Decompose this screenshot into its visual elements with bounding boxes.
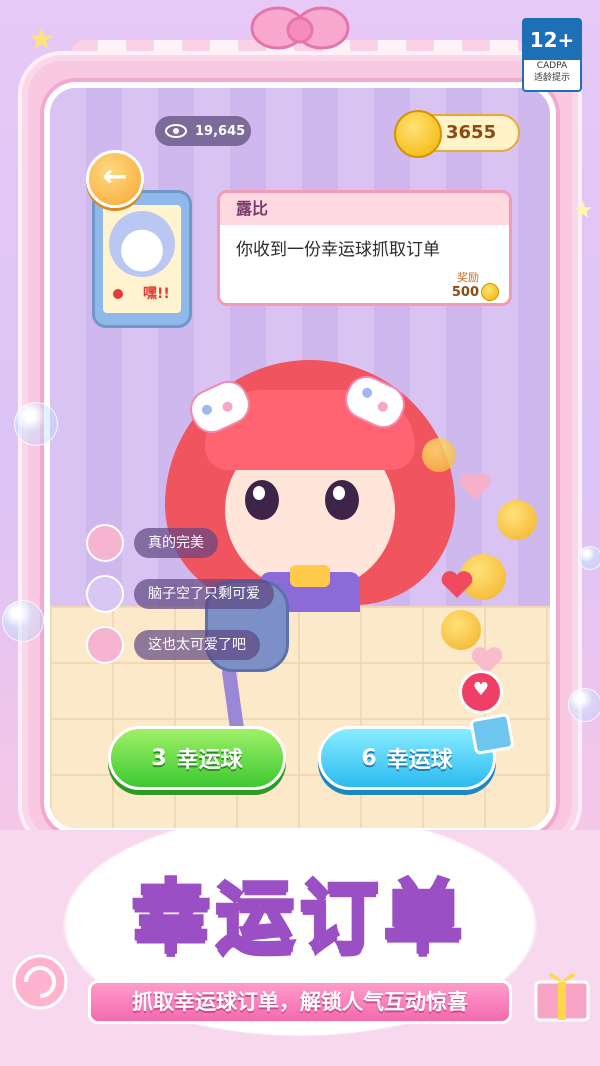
star-icon: ★ [572, 196, 594, 224]
character-ruby [165, 360, 455, 612]
heart-icon [441, 571, 473, 598]
comment-item: 这也太可爱了吧 [86, 626, 260, 664]
comment-text: 这也太可爱了吧 [134, 630, 260, 660]
age-rating-label: 适龄提示 [533, 73, 570, 83]
six-lucky-balls-button[interactable]: 6 幸运球 [318, 726, 496, 790]
coin-icon [481, 283, 499, 301]
heart-icon [459, 473, 491, 500]
views-counter: 19,645 [155, 116, 251, 146]
bubble-decoration [568, 688, 600, 722]
gift-box-icon [534, 973, 590, 1022]
reward-value: 500 [451, 284, 479, 300]
character-eye-right [325, 480, 359, 520]
age-rating-org: CADPA [536, 61, 568, 71]
caller-avatar [109, 211, 175, 277]
commenter-avatar [86, 524, 124, 562]
coin-count: 3655 [446, 122, 497, 143]
video-ad-icon [469, 712, 515, 756]
heart-icon: ♥ [472, 679, 490, 700]
comment-text: 脑子空了只剩可爱 [134, 579, 274, 609]
tongue-emoji-icon [441, 610, 481, 650]
reward-amount: 500 [452, 283, 499, 301]
button-count: 6 [361, 745, 377, 771]
commenter-avatar [86, 575, 124, 613]
phone-screen: 嘿!! [103, 205, 181, 313]
button-count: 3 [151, 745, 167, 771]
grin-emoji-icon [497, 500, 537, 540]
bow-icon [250, 6, 350, 50]
commenter-avatar [86, 626, 124, 664]
like-button[interactable]: ♥ [459, 670, 503, 714]
age-rating-badge: 12+ CADPA 适龄提示 [522, 18, 582, 92]
record-dot-icon [113, 289, 123, 299]
bubble-decoration [2, 600, 44, 642]
emoji-icon [422, 438, 456, 472]
comment-item: 脑子空了只剩可爱 [86, 575, 274, 613]
age-rating-number: 12+ [524, 20, 580, 60]
coin-balance[interactable]: 3655 [394, 110, 520, 158]
banner-title: 幸运订单 [130, 871, 468, 965]
caller-text: 嘿!! [143, 286, 170, 302]
banner-subtitle: 抓取幸运球订单，解锁人气互动惊喜 [88, 980, 512, 1024]
three-lucky-balls-button[interactable]: 3 幸运球 [108, 726, 286, 790]
views-count: 19,645 [195, 123, 246, 139]
eye-icon [165, 124, 187, 138]
order-message: 你收到一份幸运球抓取订单 [236, 240, 440, 260]
comment-text: 真的完美 [134, 528, 218, 558]
button-label: 幸运球 [176, 748, 243, 773]
lollipop-icon [12, 954, 68, 1010]
bubble-decoration [14, 402, 58, 446]
comment-item: 真的完美 [86, 524, 218, 562]
back-arrow-icon: ← [102, 159, 128, 194]
character-bow [290, 565, 330, 587]
button-label: 幸运球 [386, 748, 453, 773]
character-eye-left [245, 480, 279, 520]
order-message-card: 露比 你收到一份幸运球抓取订单 奖励 500 [217, 190, 512, 306]
order-sender: 露比 [220, 193, 509, 225]
back-button[interactable]: ← [86, 150, 144, 208]
bubble-decoration [578, 546, 600, 570]
coin-icon [394, 110, 442, 158]
phone-caller: 嘿!! [92, 190, 192, 328]
star-icon: ★ [28, 22, 55, 57]
